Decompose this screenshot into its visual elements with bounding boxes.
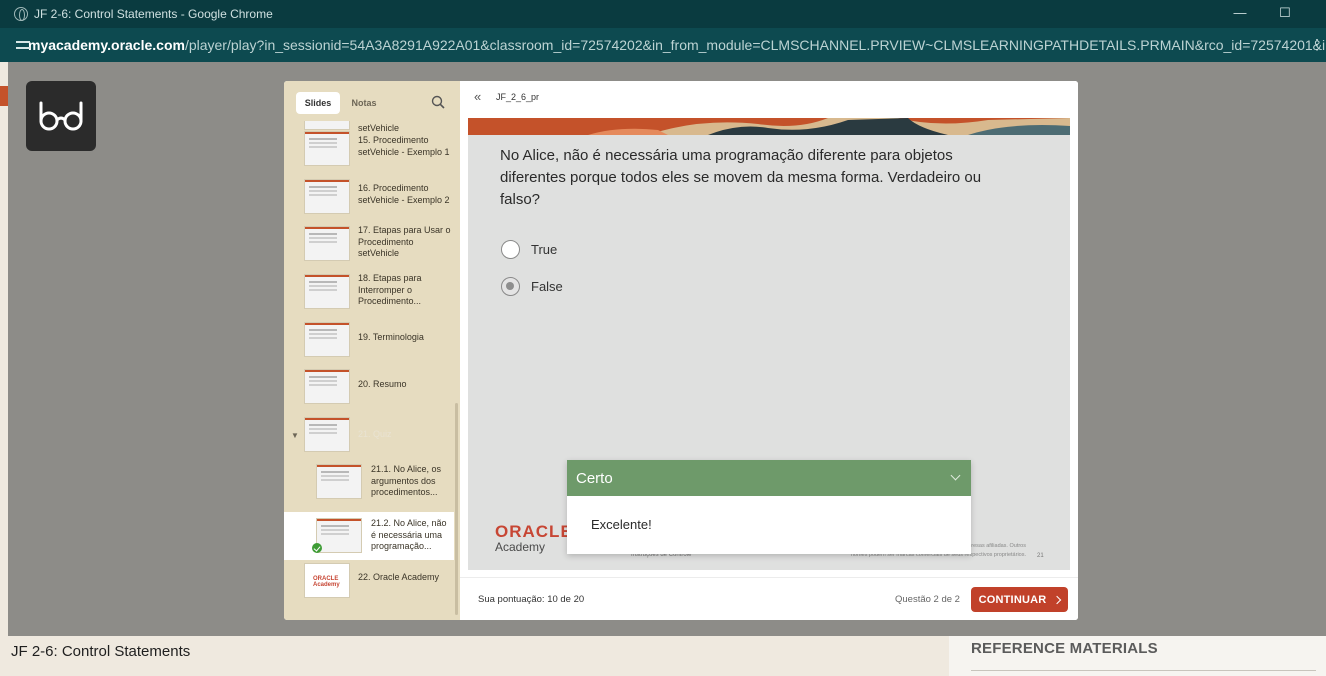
slide-thumbnail (304, 369, 350, 404)
slide-thumbnail (304, 131, 350, 166)
sidebar-item-label: 18. Etapas para Interromper o Procedimen… (358, 273, 422, 306)
feedback-header[interactable]: Certo (567, 460, 971, 496)
sidebar-item-label: 21.1. No Alice, os argumentos dos proced… (371, 464, 442, 497)
feedback-popup: Certo Excelente! (567, 460, 971, 554)
option-true[interactable]: True (501, 239, 557, 259)
slide-thumbnail (304, 179, 350, 214)
sidebar-item-15[interactable]: 15. Procedimento setVehicle - Exemplo 1 (284, 131, 454, 179)
course-player: Slides Notas setVehicle 15. Procedimento… (284, 81, 1078, 620)
address-bar[interactable]: myacademy.oracle.com/player/play?in_sess… (0, 28, 1326, 62)
quiz-slide: No Alice, não é necessária uma programaç… (468, 118, 1070, 570)
option-label: True (531, 241, 558, 257)
completed-check-icon (312, 543, 322, 553)
reader-mode-button[interactable] (26, 81, 96, 151)
academy-label: Academy (495, 540, 546, 554)
continue-button[interactable]: CONTINUAR (971, 587, 1068, 612)
slide-thumbnail (304, 226, 350, 261)
sidebar-item-22[interactable]: ORACLE Academy 22. Oracle Academy (284, 563, 454, 611)
slide-thumbnail (304, 322, 350, 357)
sidebar-item-label: 19. Terminologia (358, 332, 424, 342)
slide-list: setVehicle 15. Procedimento setVehicle -… (284, 121, 454, 620)
slide-thumbnail (304, 121, 350, 130)
slide-number: 21 (1037, 553, 1044, 559)
feedback-message: Excelente! (591, 517, 652, 532)
url-host: myacademy.oracle.com (28, 37, 185, 53)
player-bottombar: Sua pontuação: 10 de 20 Questão 2 de 2 C… (460, 577, 1078, 620)
lesson-breadcrumb: JF_2_6_pr (496, 92, 540, 102)
oracle-logo: ORACLE (495, 522, 573, 541)
chevron-right-icon (1053, 595, 1062, 604)
question-counter: Questão 2 de 2 (895, 594, 960, 605)
sidebar-tabs: Slides Notas (296, 92, 396, 114)
sidebar-scrollbar[interactable] (455, 403, 458, 615)
slide-thumbnail (304, 274, 350, 309)
search-icon[interactable] (431, 95, 445, 109)
radio-button-selected[interactable] (501, 276, 520, 296)
sidebar-item-21-2[interactable]: 21.2. No Alice, não é necessária uma pro… (284, 512, 454, 560)
feedback-title: Certo (576, 470, 613, 487)
globe-icon (14, 7, 28, 21)
sidebar-item-label: 21.2. No Alice, não é necessária uma pro… (371, 518, 447, 551)
sidebar-item-label: 15. Procedimento setVehicle - Exemplo 1 (358, 135, 450, 157)
collapse-sidebar-icon[interactable]: « (474, 89, 481, 104)
slide-thumbnail: ORACLE Academy (304, 563, 350, 598)
tab-slides[interactable]: Slides (296, 92, 340, 114)
minimize-button[interactable]: — (1230, 4, 1250, 22)
slide-thumbnail (304, 417, 350, 452)
question-text: No Alice, não é necessária uma programaç… (500, 147, 982, 208)
glasses-icon (39, 101, 83, 131)
sidebar-item-17[interactable]: 17. Etapas para Usar o Procedimento setV… (284, 225, 454, 274)
window-titlebar: JF 2-6: Control Statements - Google Chro… (0, 0, 1326, 28)
sidebar-item-20[interactable]: 20. Resumo (284, 369, 454, 417)
continue-label: CONTINUAR (978, 593, 1047, 606)
option-label: False (531, 278, 563, 294)
sidebar-item-label: 16. Procedimento setVehicle - Exemplo 2 (358, 183, 450, 205)
sidebar-item-16[interactable]: 16. Procedimento setVehicle - Exemplo 2 (284, 179, 454, 227)
sidebar-item-label: 17. Etapas para Usar o Procedimento setV… (358, 225, 451, 258)
slide-banner (468, 118, 1070, 135)
sidebar-item-18[interactable]: 18. Etapas para Interromper o Procedimen… (284, 273, 454, 322)
sidebar-item-label: 22. Oracle Academy (358, 572, 440, 582)
tab-notes[interactable]: Notas (344, 92, 384, 114)
slides-sidebar: Slides Notas setVehicle 15. Procedimento… (284, 81, 460, 620)
window-title: JF 2-6: Control Statements - Google Chro… (34, 7, 273, 21)
expand-caret-icon[interactable]: ▼ (291, 431, 299, 440)
reference-materials-title: REFERENCE MATERIALS (971, 640, 1158, 657)
sidebar-item-21-quiz[interactable]: ▼ 21. Quiz (284, 417, 454, 465)
sidebar-item-19[interactable]: 19. Terminologia (284, 322, 454, 370)
banner-artwork (468, 118, 1070, 135)
page-accent-strip (0, 86, 8, 106)
sidebar-item-label: 20. Resumo (358, 379, 407, 389)
slide-thumbnail (316, 518, 362, 553)
oracle-logo-mini: ORACLE Academy (313, 576, 340, 588)
more-icon[interactable]: ⋮ (1310, 36, 1324, 53)
slide-area: « JF_2_6_pr No Alice, não é necessária u… (460, 81, 1078, 620)
slide-thumbnail (316, 464, 362, 499)
sidebar-item-21-1[interactable]: 21.1. No Alice, os argumentos dos proced… (284, 464, 454, 512)
sidebar-item-label: 21. Quiz (358, 429, 392, 439)
score-text: Sua pontuação: 10 de 20 (478, 594, 585, 605)
player-topbar: « JF_2_6_pr (460, 81, 1078, 115)
option-false[interactable]: False (501, 276, 563, 296)
url-path: /player/play?in_sessionid=54A3A8291A922A… (184, 37, 1326, 53)
maximize-button[interactable]: ☐ (1275, 4, 1295, 22)
page-title: JF 2-6: Control Statements (11, 643, 191, 660)
chevron-down-icon[interactable] (950, 470, 961, 481)
radio-button[interactable] (501, 239, 520, 259)
divider (971, 670, 1316, 671)
